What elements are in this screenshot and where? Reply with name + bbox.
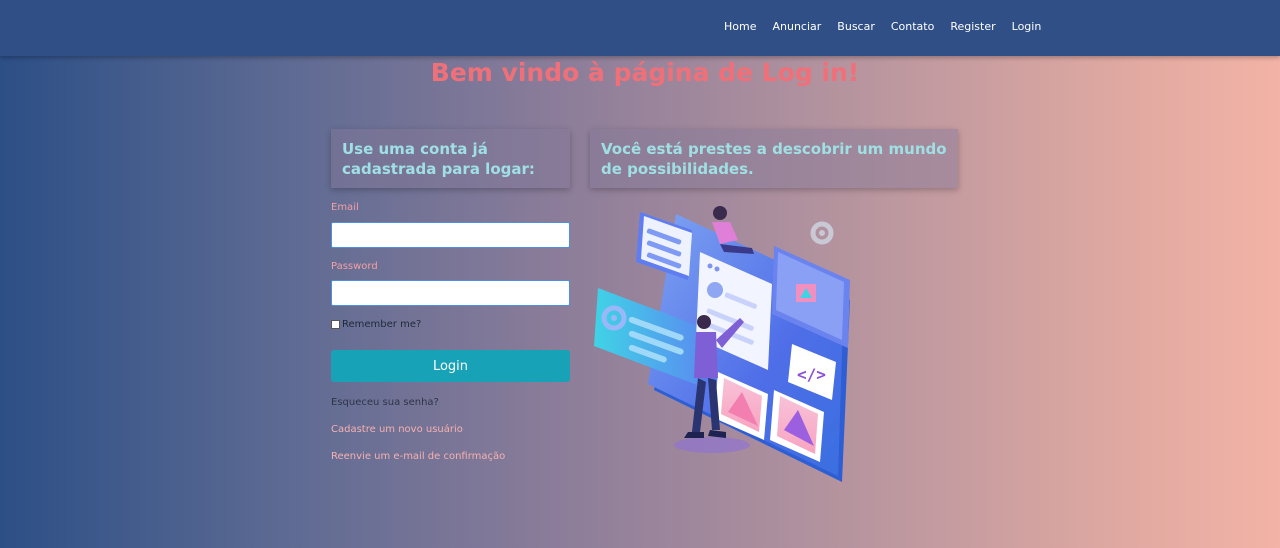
- login-card-heading: Use uma conta já cadastrada para logar:: [342, 140, 535, 178]
- page-title: Bem vindo à página de Log in!: [430, 58, 860, 87]
- password-field[interactable]: [331, 280, 570, 306]
- nav-link-register[interactable]: Register: [950, 20, 995, 33]
- remember-me-label: Remember me?: [342, 319, 422, 330]
- nav-link-buscar[interactable]: Buscar: [837, 20, 875, 33]
- web-design-illustration: </>: [592, 200, 872, 494]
- promo-card-heading: Você está prestes a descobrir um mundo d…: [601, 140, 947, 178]
- register-user-link[interactable]: Cadastre um novo usuário: [331, 424, 463, 435]
- nav-link-login[interactable]: Login: [1012, 20, 1042, 33]
- email-label: Email: [331, 202, 359, 213]
- remember-me-checkbox[interactable]: [331, 320, 340, 329]
- email-field[interactable]: [331, 222, 570, 248]
- remember-me: Remember me?: [331, 319, 421, 330]
- promo-card: Você está prestes a descobrir um mundo d…: [590, 129, 958, 188]
- nav-links: Home Anunciar Buscar Contato Register Lo…: [716, 20, 1049, 33]
- svg-text:</>: </>: [797, 365, 826, 384]
- nav-link-home[interactable]: Home: [724, 20, 756, 33]
- login-button[interactable]: Login: [331, 350, 570, 382]
- login-card: Use uma conta já cadastrada para logar:: [331, 129, 570, 188]
- navbar: Home Anunciar Buscar Contato Register Lo…: [0, 0, 1280, 56]
- nav-link-anunciar[interactable]: Anunciar: [772, 20, 821, 33]
- resend-confirmation-link[interactable]: Reenvie um e-mail de confirmação: [331, 451, 505, 462]
- password-label: Password: [331, 261, 378, 272]
- illustration-svg: </>: [594, 206, 850, 482]
- nav-link-contato[interactable]: Contato: [891, 20, 934, 33]
- forgot-password-link[interactable]: Esqueceu sua senha?: [331, 397, 439, 408]
